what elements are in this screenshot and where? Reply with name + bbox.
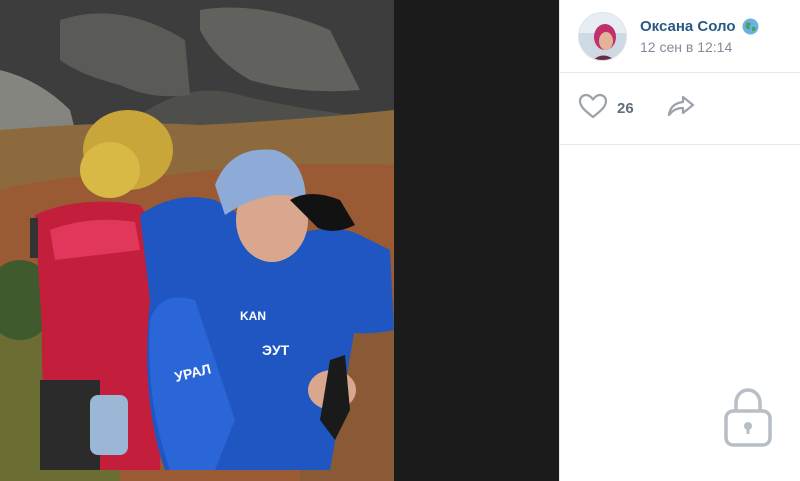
author-name-link[interactable]: Оксана Соло	[640, 18, 736, 35]
share-button[interactable]	[666, 93, 696, 124]
globe-icon	[742, 18, 759, 35]
post-date[interactable]: 12 сен в 12:14	[640, 39, 759, 55]
photo-viewer: УРАЛ ЭУТ KAN Оксана Соло 12 сен в 12:14 …	[0, 0, 800, 481]
like-button[interactable]: 26	[578, 93, 634, 124]
share-arrow-icon	[666, 93, 696, 124]
post-sidebar: Оксана Соло 12 сен в 12:14 26	[559, 0, 800, 481]
jacket-brand-text: KAN	[240, 309, 266, 323]
author-avatar[interactable]	[578, 11, 627, 61]
jacket-chest-text: ЭУТ	[262, 342, 290, 358]
like-count: 26	[617, 100, 634, 117]
lock-icon	[722, 388, 774, 452]
heart-outline-icon	[578, 93, 608, 124]
post-author-header: Оксана Соло 12 сен в 12:14	[560, 0, 800, 73]
lock-button[interactable]	[722, 386, 774, 448]
post-photo[interactable]: УРАЛ ЭУТ KAN	[0, 0, 394, 481]
post-actions: 26	[560, 73, 800, 145]
photo-area[interactable]: УРАЛ ЭУТ KAN	[0, 0, 559, 481]
